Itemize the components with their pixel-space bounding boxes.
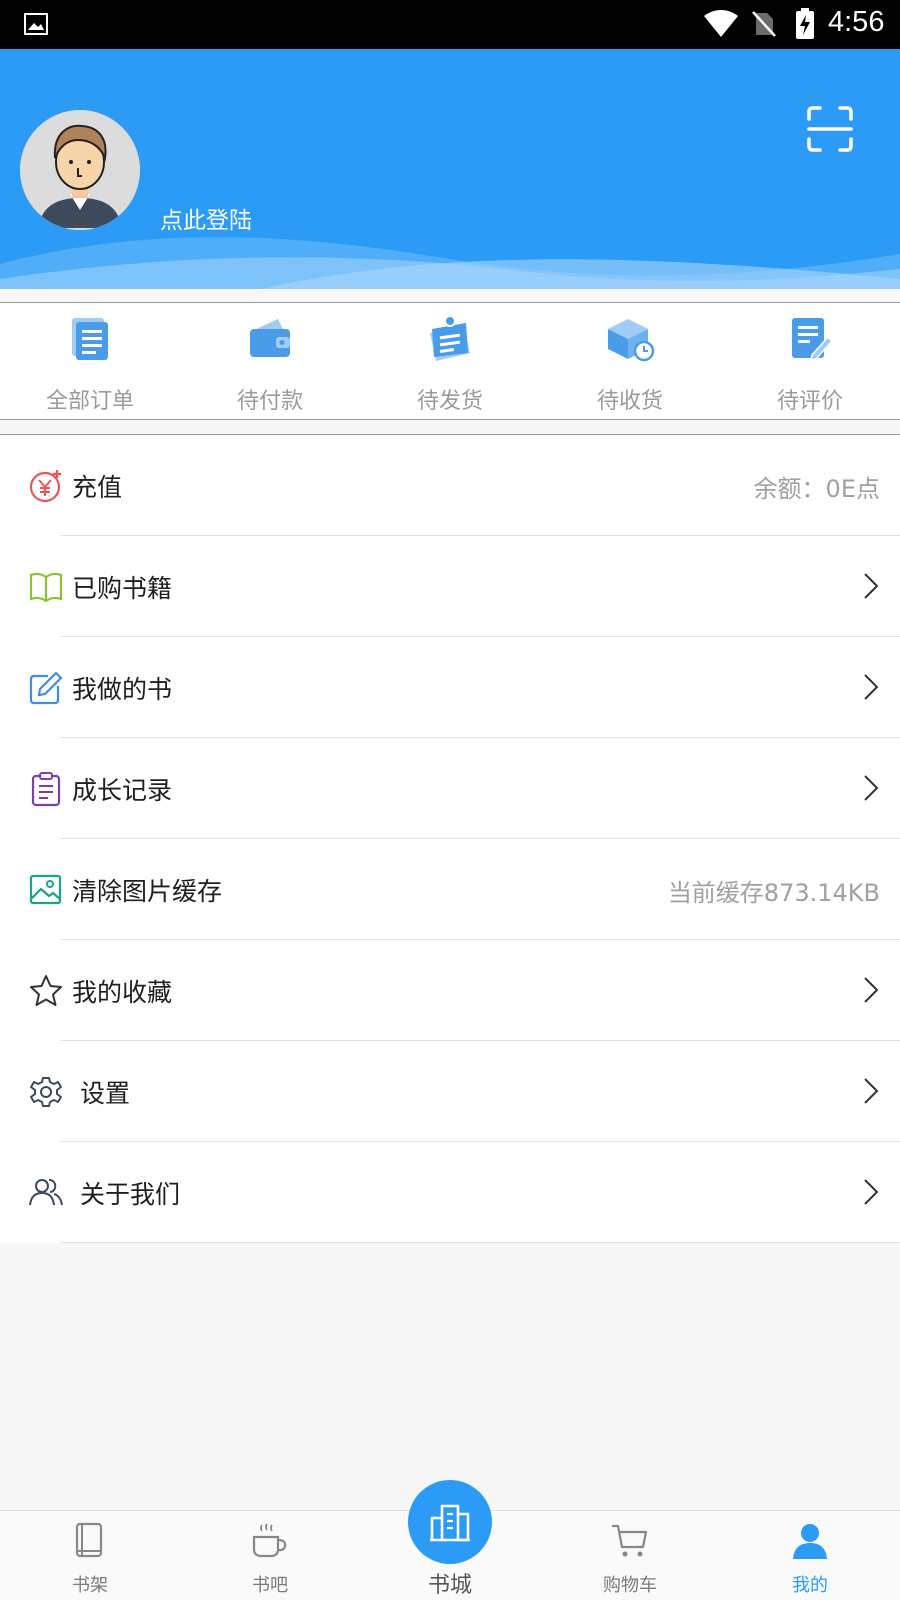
chevron-right-icon (864, 977, 879, 1003)
order-to-receive-label: 待收货 (596, 389, 663, 414)
menu-item-my-books[interactable]: 我做的书 (0, 637, 900, 738)
nav-bookbar-label: 书吧 (252, 1575, 288, 1596)
menu-item-favorites[interactable]: 我的收藏 (0, 940, 900, 1041)
chevron-right-icon (864, 775, 879, 801)
chevron-right-icon (864, 1179, 879, 1205)
battery-icon (796, 8, 814, 39)
nav-bookcity-button[interactable] (408, 1480, 492, 1564)
menu-item-about-us[interactable]: 关于我们 (0, 1142, 900, 1243)
gallery-icon (24, 13, 48, 35)
scan-icon[interactable] (806, 105, 854, 153)
order-to-ship-label: 待发货 (416, 389, 483, 414)
nav-bookshelf-label: 书架 (72, 1575, 108, 1596)
menu-label-recharge: 充值 (72, 473, 123, 502)
clipboard-icon (31, 772, 61, 807)
package-icon (608, 319, 655, 362)
menu-item-purchased-books[interactable]: 已购书籍 (0, 536, 900, 637)
menu-item-settings[interactable]: 设置 (0, 1041, 900, 1142)
nav-cart[interactable]: 购物车 (540, 1511, 720, 1600)
wifi-icon (704, 10, 738, 37)
nav-bookbar[interactable]: 书吧 (180, 1511, 360, 1600)
star-icon (30, 975, 62, 1006)
menu-item-clear-cache[interactable]: 清除图片缓存 当前缓存873.14KB (0, 839, 900, 940)
order-unpaid-label: 待付款 (236, 389, 303, 414)
avatar[interactable] (20, 110, 140, 230)
order-to-receive-button[interactable]: 待收货 (540, 303, 720, 419)
order-to-review-button[interactable]: 待评价 (720, 303, 900, 419)
status-bar: 4:56 (0, 0, 900, 49)
nav-me[interactable]: 我的 (720, 1511, 900, 1600)
coffee-icon (252, 1523, 287, 1558)
balance-value: 余额：0E点 (753, 475, 880, 503)
divider (60, 1242, 900, 1243)
order-all-button[interactable]: 全部订单 (0, 303, 180, 419)
menu-label-about-us: 关于我们 (80, 1180, 181, 1209)
yen-coin-icon (29, 470, 61, 503)
image-icon (29, 874, 62, 905)
chevron-right-icon (864, 674, 879, 700)
gear-icon (30, 1077, 62, 1107)
clock: 4:56 (828, 6, 885, 38)
cart-icon (612, 1524, 648, 1557)
ship-icon (430, 315, 470, 361)
menu-item-recharge[interactable]: 充值 余额：0E点 (0, 435, 900, 536)
wallet-icon (250, 319, 290, 357)
chevron-right-icon (864, 573, 879, 599)
cache-size-value: 当前缓存873.14KB (667, 879, 880, 907)
order-to-ship-button[interactable]: 待发货 (360, 303, 540, 419)
nav-bookcity-label[interactable]: 书城 (360, 1567, 540, 1599)
menu-item-growth-record[interactable]: 成长记录 (0, 738, 900, 839)
no-sim-icon (752, 11, 776, 37)
review-icon (792, 318, 834, 361)
menu-label-growth-record: 成长记录 (72, 776, 173, 805)
menu-label-my-books: 我做的书 (72, 675, 173, 704)
order-to-review-label: 待评价 (776, 389, 843, 414)
order-unpaid-button[interactable]: 待付款 (180, 303, 360, 419)
menu-label-clear-cache: 清除图片缓存 (72, 877, 223, 906)
profile-header: 点此登陆 (0, 49, 900, 289)
bookcity-icon (430, 1504, 470, 1542)
nav-bookshelf[interactable]: 书架 (0, 1511, 180, 1600)
nav-me-label: 我的 (792, 1575, 828, 1596)
menu-label-favorites: 我的收藏 (72, 978, 173, 1007)
menu-list: 充值 余额：0E点 已购书籍 我做的书 成长记录 清除图片缓存 当前缓存873.… (0, 434, 900, 1243)
avatar-illustration (20, 110, 140, 230)
order-status-bar: 全部订单 待付款 待发货 待收货 待评价 (0, 302, 900, 420)
login-link[interactable]: 点此登陆 (160, 201, 252, 235)
orders-all-icon (72, 318, 108, 360)
edit-icon (29, 671, 63, 705)
menu-label-settings: 设置 (80, 1079, 131, 1108)
bookshelf-icon (75, 1522, 103, 1558)
menu-label-purchased-books: 已购书籍 (72, 574, 173, 603)
user-icon (793, 1524, 827, 1559)
order-all-label: 全部订单 (45, 389, 134, 414)
nav-cart-label: 购物车 (603, 1575, 657, 1596)
book-open-icon (29, 572, 63, 603)
chevron-right-icon (864, 1078, 879, 1104)
people-icon (29, 1179, 63, 1206)
